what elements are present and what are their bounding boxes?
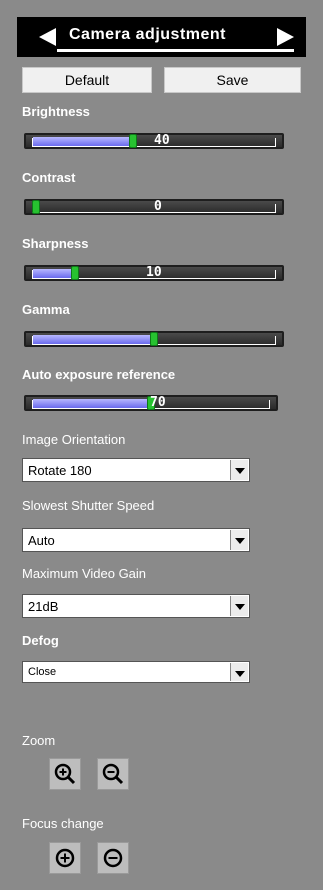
zoom-out-icon [102,763,124,785]
slider-fill [33,335,155,344]
slider-thumb[interactable] [71,266,79,280]
page-title: Camera adjustment [69,26,226,43]
focus-change-label: Focus change [22,816,104,831]
contrast-label: Contrast [22,170,76,185]
slider-fill [33,269,75,278]
select-value: Auto [28,533,55,548]
zoom-out-button[interactable] [97,758,129,790]
default-button[interactable]: Default [22,67,152,93]
video-gain-select[interactable]: 21dB [22,594,250,618]
previous-arrow-icon[interactable] [39,28,56,46]
auto-exposure-slider[interactable]: 70 [24,395,278,411]
title-underline [57,49,294,52]
select-value: 21dB [28,599,59,614]
gamma-slider[interactable] [24,331,284,347]
chevron-down-icon[interactable] [230,530,248,550]
sharpness-slider[interactable]: 10 [24,265,284,281]
brightness-value: 40 [154,133,170,148]
defog-label: Defog [22,633,59,648]
auto-exposure-value: 70 [150,395,166,410]
slider-thumb[interactable] [129,134,137,148]
chevron-down-icon[interactable] [230,663,248,681]
sharpness-label: Sharpness [22,236,89,251]
image-orientation-select[interactable]: Rotate 180 [22,458,250,482]
shutter-speed-label: Slowest Shutter Speed [22,498,155,513]
contrast-slider[interactable]: 0 [24,199,284,215]
select-value: Close [28,666,57,678]
brightness-label: Brightness [22,104,90,119]
gamma-label: Gamma [22,302,70,317]
slider-fill [33,137,133,146]
title-bar: Camera adjustment [17,17,306,57]
zoom-in-icon [54,763,76,785]
sharpness-value: 10 [146,265,162,280]
video-gain-label: Maximum Video Gain [22,566,147,581]
slider-thumb[interactable] [32,200,40,214]
defog-select[interactable]: Close [22,661,250,683]
image-orientation-label: Image Orientation [22,432,126,447]
brightness-slider[interactable]: 40 [24,133,284,149]
focus-minus-button[interactable] [97,842,129,874]
zoom-in-button[interactable] [49,758,81,790]
chevron-down-icon[interactable] [230,596,248,616]
focus-plus-icon [55,848,75,868]
shutter-speed-select[interactable]: Auto [22,528,250,552]
auto-exposure-label: Auto exposure reference [22,367,176,382]
focus-plus-button[interactable] [49,842,81,874]
focus-minus-icon [103,848,123,868]
slider-thumb[interactable] [150,332,158,346]
select-value: Rotate 180 [28,463,92,478]
next-arrow-icon[interactable] [277,28,294,46]
chevron-down-icon[interactable] [230,460,248,480]
save-button[interactable]: Save [164,67,301,93]
zoom-label: Zoom [22,733,56,748]
contrast-value: 0 [154,199,162,214]
slider-fill [33,399,151,408]
